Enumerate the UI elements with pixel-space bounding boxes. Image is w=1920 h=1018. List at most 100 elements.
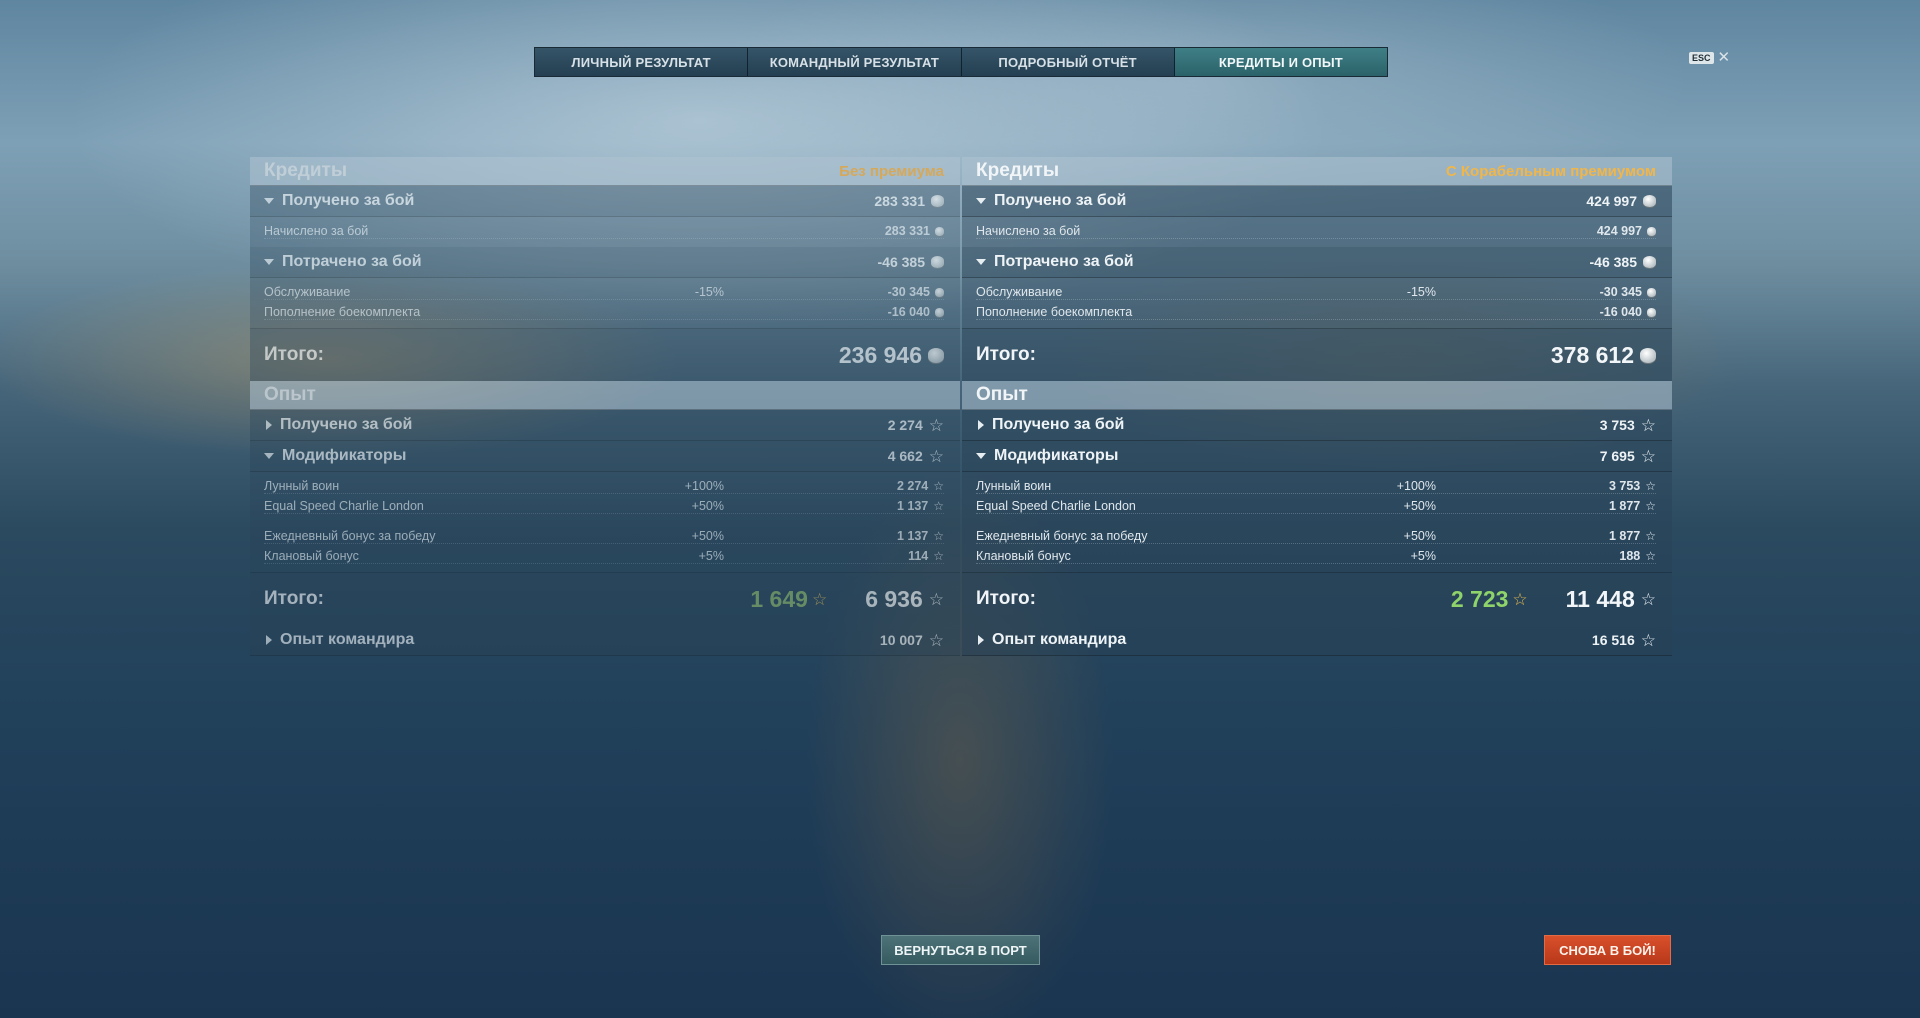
accrued-row: Начислено за бой 283 331	[250, 221, 960, 241]
close-icon[interactable]: ✕	[1718, 50, 1731, 65]
credits-total-row: Итого: 378 612	[962, 328, 1672, 381]
xp-star-icon: ☆	[1640, 589, 1656, 609]
accrued-label: Начислено за бой	[976, 224, 1081, 238]
commander-xp-row[interactable]: Опыт командира 16 516 ☆	[962, 625, 1672, 656]
modifier-row: Ежедневный бонус за победу +50% 1 137 ☆	[250, 526, 960, 546]
expand-triangle-icon[interactable]	[978, 420, 984, 430]
xp-total-value: 6 936	[865, 585, 923, 612]
tab-team-result[interactable]: КОМАНДНЫЙ РЕЗУЛЬТАТ	[748, 48, 962, 76]
xp-star-icon: ☆	[1640, 446, 1656, 466]
xp-star-icon: ☆	[1640, 630, 1656, 650]
xp-earned-value: 2 274	[887, 417, 923, 433]
credits-coin-icon	[931, 256, 944, 268]
modifier-pct: +50%	[1403, 499, 1436, 513]
modifier-value: 1 137	[896, 499, 929, 513]
ammo-label: Пополнение боекомплекта	[264, 305, 421, 319]
modifier-value: 188	[1619, 549, 1641, 563]
credits-earned-row[interactable]: Получено за бой 283 331	[250, 186, 960, 217]
xp-total-row: Итого: 2 723 ☆ 11 448 ☆	[962, 572, 1672, 625]
premium-label: С Корабельным премиумом	[1445, 162, 1656, 180]
modifiers-row[interactable]: Модификаторы 4 662 ☆	[250, 441, 960, 472]
credits-total-value: 378 612	[1550, 341, 1634, 368]
credits-spent-row[interactable]: Потрачено за бой -46 385	[250, 247, 960, 278]
modifier-value: 1 877	[1608, 499, 1641, 513]
service-row: Обслуживание -15% -30 345	[962, 282, 1672, 302]
service-label: Обслуживание	[264, 285, 351, 299]
credits-coin-icon	[1643, 256, 1656, 268]
collapse-triangle-icon[interactable]	[976, 453, 986, 459]
xp-star-icon: ☆	[928, 630, 944, 650]
battle-again-button[interactable]: СНОВА В БОЙ!	[1544, 935, 1671, 965]
modifier-row: Клановый бонус +5% 188 ☆	[962, 546, 1672, 566]
xp-earned-row[interactable]: Получено за бой 2 274 ☆	[250, 410, 960, 441]
modifier-row: Equal Speed Charlie London +50% 1 137 ☆	[250, 496, 960, 516]
expand-triangle-icon[interactable]	[266, 420, 272, 430]
modifier-pct: +50%	[691, 499, 724, 513]
modifiers-row[interactable]: Модификаторы 7 695 ☆	[962, 441, 1672, 472]
credits-coin-icon	[935, 226, 944, 236]
credits-coin-icon	[1640, 347, 1656, 363]
credits-coin-icon	[1647, 287, 1656, 297]
service-value: -30 345	[1599, 285, 1642, 299]
credits-spent-label: Потрачено за бой	[282, 253, 422, 270]
commander-xp-row[interactable]: Опыт командира 10 007 ☆	[250, 625, 960, 656]
tab-credits-and-xp[interactable]: КРЕДИТЫ И ОПЫТ	[1174, 48, 1387, 76]
free-xp-star-icon: ☆	[1512, 589, 1528, 609]
esc-close-button[interactable]: ESC ✕	[1689, 50, 1731, 65]
credits-title: Кредиты	[976, 160, 1060, 181]
expand-triangle-icon[interactable]	[978, 635, 984, 645]
tab-personal-result[interactable]: ЛИЧНЫЙ РЕЗУЛЬТАТ	[535, 48, 749, 76]
xp-earned-row[interactable]: Получено за бой 3 753 ☆	[962, 410, 1672, 441]
modifier-pct: +5%	[1410, 549, 1436, 563]
tab-detailed-report[interactable]: ПОДРОБНЫЙ ОТЧЁТ	[961, 48, 1175, 76]
xp-title: Опыт	[264, 384, 316, 405]
xp-star-icon: ☆	[928, 589, 944, 609]
modifier-label: Ежедневный бонус за победу	[264, 529, 436, 543]
credits-spent-label: Потрачено за бой	[994, 253, 1134, 270]
modifier-label: Equal Speed Charlie London	[976, 499, 1136, 513]
modifier-label: Equal Speed Charlie London	[264, 499, 424, 513]
xp-earned-label: Получено за бой	[992, 416, 1125, 433]
collapse-triangle-icon[interactable]	[976, 198, 986, 204]
xp-star-icon: ☆	[933, 499, 944, 513]
collapse-triangle-icon[interactable]	[976, 259, 986, 265]
xp-title: Опыт	[976, 384, 1028, 405]
xp-star-icon: ☆	[1645, 529, 1656, 543]
modifiers-label: Модификаторы	[994, 447, 1119, 464]
xp-total-value: 11 448	[1565, 585, 1635, 612]
collapse-triangle-icon[interactable]	[264, 259, 274, 265]
accrued-label: Начислено за бой	[264, 224, 369, 238]
panel-with-premium: Кредиты С Корабельным премиумом Получено…	[962, 157, 1672, 656]
modifier-label: Лунный воин	[976, 479, 1052, 493]
credits-earned-value: 283 331	[874, 193, 925, 209]
xp-star-icon: ☆	[1645, 499, 1656, 513]
ammo-row: Пополнение боекомплекта -16 040	[250, 302, 960, 322]
service-pct: -15%	[694, 285, 724, 299]
collapse-triangle-icon[interactable]	[264, 198, 274, 204]
expand-triangle-icon[interactable]	[266, 635, 272, 645]
xp-header: Опыт	[250, 381, 960, 410]
modifier-value: 1 137	[896, 529, 929, 543]
commander-xp-value: 10 007	[879, 632, 923, 648]
modifier-value: 114	[908, 549, 929, 563]
modifier-label: Лунный воин	[264, 479, 340, 493]
modifiers-label: Модификаторы	[282, 447, 407, 464]
commander-xp-value: 16 516	[1591, 632, 1635, 648]
credits-earned-row[interactable]: Получено за бой 424 997	[962, 186, 1672, 217]
modifier-value: 2 274	[896, 479, 929, 493]
credits-spent-value: -46 385	[1589, 254, 1637, 270]
return-to-port-button[interactable]: ВЕРНУТЬСЯ В ПОРТ	[881, 935, 1040, 965]
service-pct: -15%	[1406, 285, 1436, 299]
credits-spent-row[interactable]: Потрачено за бой -46 385	[962, 247, 1672, 278]
ammo-row: Пополнение боекомплекта -16 040	[962, 302, 1672, 322]
commander-xp-label: Опыт командира	[280, 631, 415, 648]
modifier-pct: +100%	[1396, 479, 1436, 493]
credits-coin-icon	[1647, 307, 1656, 317]
xp-total-label: Итого:	[264, 588, 324, 609]
free-xp-total-value: 1 649	[750, 585, 808, 612]
collapse-triangle-icon[interactable]	[264, 453, 274, 459]
credits-coin-icon	[935, 307, 944, 317]
modifiers-value: 7 695	[1599, 448, 1635, 464]
modifier-label: Ежедневный бонус за победу	[976, 529, 1148, 543]
credits-coin-icon	[928, 347, 944, 363]
